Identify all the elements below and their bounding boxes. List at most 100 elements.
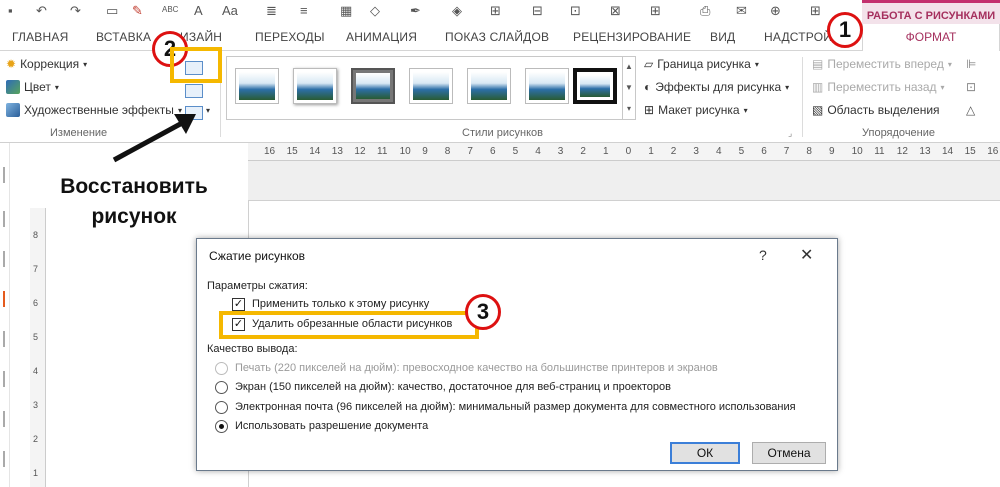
picture-style-thumb[interactable] <box>235 68 279 104</box>
ok-button[interactable]: ОК <box>670 442 740 464</box>
send-backward-label: Переместить назад <box>827 80 937 94</box>
email-quality-radio[interactable] <box>215 401 228 414</box>
save-icon[interactable]: ▪ <box>8 3 13 19</box>
ruler-tick-label: 7 <box>467 146 473 157</box>
change-picture-icon[interactable] <box>185 84 203 98</box>
dropdown-arrow-icon: ▾ <box>947 59 952 69</box>
pane-marker <box>0 411 5 427</box>
close-icon[interactable]: ✕ <box>800 245 813 265</box>
picture-layout-icon: ⊞ <box>644 103 655 117</box>
gallery-up-arrow-icon[interactable]: ▲ <box>622 57 635 78</box>
ruler-tick-label: 5 <box>33 332 39 342</box>
picture-style-thumb[interactable] <box>293 68 337 104</box>
presentation-icon[interactable]: ▭ <box>106 3 118 19</box>
ruler-tick-label: 3 <box>693 146 699 157</box>
artistic-effects-icon <box>6 103 20 117</box>
format-painter-icon[interactable]: ✎ <box>132 3 143 19</box>
output-quality-label: Качество вывода: <box>207 343 298 355</box>
picture-layout-button[interactable]: ⊞ Макет рисунка ▾ <box>644 103 748 117</box>
ruler-tick-label: 14 <box>942 146 954 157</box>
spelling-icon[interactable]: ABC <box>162 2 178 18</box>
redo-icon[interactable]: ↷ <box>70 3 81 19</box>
correction-label: Коррекция <box>20 57 80 71</box>
group-icon[interactable]: ⊡ <box>570 3 581 19</box>
ruler-tick-label: 6 <box>33 298 39 308</box>
print-icon[interactable]: ⎙ <box>700 3 710 19</box>
more-commands-icon[interactable]: ⊕ <box>770 3 781 19</box>
picture-style-thumb[interactable] <box>409 68 453 104</box>
vertical-ruler: 87654321 <box>30 208 46 487</box>
tab-transitions[interactable]: ПЕРЕХОДЫ <box>255 30 325 44</box>
dialog-launcher-icon[interactable]: ⌟ <box>788 128 792 139</box>
cancel-button[interactable]: Отмена <box>752 442 826 464</box>
rotate-icon[interactable]: ⊠ <box>610 3 621 19</box>
screen-quality-radio[interactable] <box>215 381 228 394</box>
sun-icon: ✹ <box>6 57 17 71</box>
tab-home[interactable]: ГЛАВНАЯ <box>12 30 68 44</box>
ruler-tick-label: 10 <box>851 146 863 157</box>
send-backward-button[interactable]: ▥ Переместить назад ▾ <box>812 80 945 94</box>
bullets-icon[interactable]: ≣ <box>266 3 277 19</box>
customize-icon[interactable]: ⊞ <box>810 3 821 19</box>
ruler-tick-label: 9 <box>829 146 835 157</box>
table-icon[interactable]: ▦ <box>340 3 352 19</box>
undo-icon[interactable]: ↶ <box>36 3 47 19</box>
tab-slide-show[interactable]: ПОКАЗ СЛАЙДОВ <box>445 30 549 44</box>
picture-style-thumb[interactable] <box>573 68 617 104</box>
ruler-tick-label: 3 <box>33 400 39 410</box>
pane-marker <box>0 451 5 467</box>
tab-insert[interactable]: ВСТАВКА <box>96 30 151 44</box>
apply-only-this-checkbox[interactable]: ✓ <box>232 298 245 311</box>
picture-style-thumb[interactable] <box>467 68 511 104</box>
picture-layout-label: Макет рисунка <box>658 103 740 117</box>
arrow-icon <box>112 114 196 163</box>
font-color-icon[interactable]: A <box>194 3 203 19</box>
ruler-tick-label: 16 <box>264 146 276 157</box>
font-size-icon[interactable]: Aa <box>222 3 238 19</box>
dropdown-arrow-icon: ▾ <box>83 59 88 69</box>
tab-animations[interactable]: АНИМАЦИЯ <box>346 30 417 44</box>
ruler-tick-label: 16 <box>987 146 999 157</box>
shapes-icon[interactable]: ◇ <box>370 3 380 19</box>
picture-style-thumb[interactable] <box>525 68 569 104</box>
ruler-tick-label: 9 <box>422 146 428 157</box>
print-quality-radio[interactable] <box>215 362 228 375</box>
pen-icon[interactable]: ✒ <box>410 3 421 19</box>
delete-cropped-label: Удалить обрезанные области рисунков <box>252 318 453 330</box>
align-icon[interactable]: ⊫ <box>966 57 976 71</box>
numbering-icon[interactable]: ≡ <box>300 3 308 19</box>
distribute-icon[interactable]: ⊟ <box>532 3 543 19</box>
help-icon[interactable]: ? <box>759 247 767 263</box>
picture-effects-button[interactable]: ◐ Эффекты для рисунка ▾ <box>644 80 789 94</box>
ruler-tick-label: 12 <box>896 146 908 157</box>
correction-button[interactable]: ✹ Коррекция ▾ <box>6 57 87 71</box>
selection-pane-icon: ▧ <box>812 103 824 117</box>
tab-view[interactable]: ВИД <box>710 30 735 44</box>
picture-style-thumb[interactable] <box>351 68 395 104</box>
compression-options-label: Параметры сжатия: <box>207 280 308 292</box>
fill-icon[interactable]: ◈ <box>452 3 462 19</box>
color-button[interactable]: Цвет ▾ <box>6 80 59 94</box>
picture-border-button[interactable]: ▱ Граница рисунка ▾ <box>644 57 759 71</box>
rotate-objects-icon[interactable]: △ <box>966 103 975 117</box>
ruler-tick-label: 15 <box>286 146 298 157</box>
print-quality-label: Печать (220 пикселей на дюйм): превосход… <box>235 362 718 374</box>
delete-cropped-checkbox[interactable]: ✓ <box>232 318 245 331</box>
document-resolution-radio[interactable] <box>215 420 228 433</box>
align-icon[interactable]: ⊞ <box>490 3 501 19</box>
gallery-more-icon[interactable]: ▾ <box>622 99 635 120</box>
group-objects-icon[interactable]: ⊡ <box>966 80 976 94</box>
tab-review[interactable]: РЕЦЕНЗИРОВАНИЕ <box>573 30 691 44</box>
crop-icon[interactable]: ⊞ <box>650 3 661 19</box>
tab-format[interactable]: ФОРМАТ <box>862 24 1000 51</box>
apply-only-this-label: Применить только к этому рисунку <box>252 298 430 310</box>
picture-effects-icon: ◐ <box>644 80 652 94</box>
selection-pane-label: Область выделения <box>827 103 940 117</box>
gallery-down-arrow-icon[interactable]: ▼ <box>622 78 635 99</box>
selection-pane-button[interactable]: ▧ Область выделения <box>812 103 940 117</box>
ruler-tick-label: 8 <box>806 146 812 157</box>
tab-addins[interactable]: НАДСТРОЙ <box>764 30 832 44</box>
email-icon[interactable]: ✉ <box>736 3 747 19</box>
bring-forward-button[interactable]: ▤ Переместить вперед ▾ <box>812 57 952 71</box>
horizontal-ruler: 16 15 14 13 12 11 10 9 8 7 6 5 4 3 2 1 0 1 2 3 4 5 6 7 8 9 10 11 12 1… <box>248 143 1000 161</box>
